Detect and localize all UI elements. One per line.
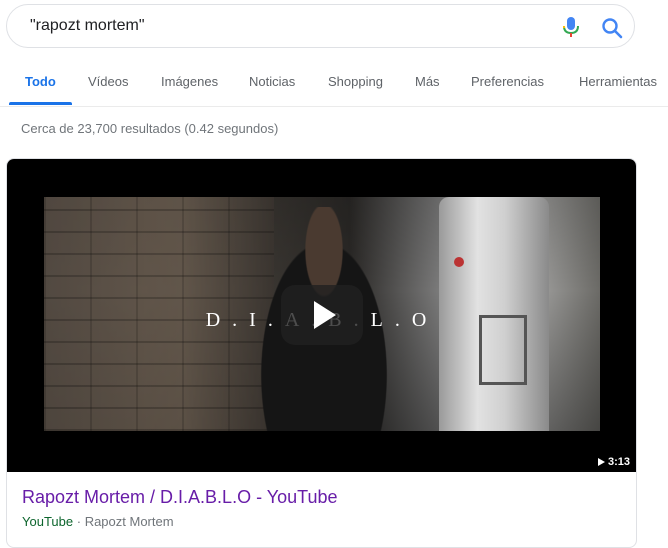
- tab-tools[interactable]: Herramientas: [579, 74, 657, 89]
- tab-shopping[interactable]: Shopping: [328, 74, 383, 89]
- search-icon[interactable]: [601, 17, 623, 39]
- duration-badge: 3:13: [593, 454, 634, 470]
- duration-text: 3:13: [607, 456, 630, 468]
- tab-images[interactable]: Imágenes: [161, 74, 218, 89]
- microphone-icon[interactable]: [561, 16, 581, 38]
- result-stats: Cerca de 23,700 resultados (0.42 segundo…: [21, 121, 279, 136]
- search-box[interactable]: "rapozt mortem": [6, 4, 635, 48]
- video-thumbnail[interactable]: D.I.A.B.L.O 3:13: [7, 159, 636, 472]
- result-title-link[interactable]: Rapozt Mortem / D.I.A.B.L.O - YouTube: [22, 487, 337, 508]
- source-site: YouTube: [22, 514, 74, 529]
- tab-more[interactable]: Más: [415, 74, 440, 89]
- tab-news[interactable]: Noticias: [249, 74, 295, 89]
- active-tab-indicator: [9, 102, 72, 105]
- play-icon: [597, 458, 605, 466]
- source-channel: Rapozt Mortem: [84, 514, 174, 529]
- result-source: YouTube · Rapozt Mortem: [22, 514, 174, 529]
- video-result-card: D.I.A.B.L.O 3:13 Rapozt Mortem / D.I.A.B…: [6, 158, 637, 548]
- tab-videos[interactable]: Vídeos: [88, 74, 128, 89]
- search-input[interactable]: "rapozt mortem": [30, 17, 145, 35]
- heater-knob: [454, 257, 464, 267]
- play-button[interactable]: [281, 285, 363, 345]
- search-tabs: Todo Vídeos Imágenes Noticias Shopping M…: [0, 60, 668, 107]
- tab-todo[interactable]: Todo: [25, 74, 56, 89]
- source-separator: ·: [76, 514, 82, 529]
- tab-preferences[interactable]: Preferencias: [471, 74, 544, 89]
